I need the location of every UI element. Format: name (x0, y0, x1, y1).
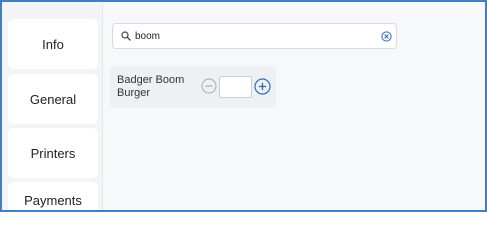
product-search (112, 23, 397, 49)
sidebar-item-label: Printers (30, 145, 76, 161)
sidebar-item-label: Payments Terminal (24, 193, 82, 210)
sidebar-item-label: Info (42, 36, 64, 52)
search-icon (119, 29, 133, 43)
sidebar-item-payments-terminal[interactable]: Payments Terminal (8, 182, 98, 210)
minus-circle-icon[interactable] (201, 78, 217, 94)
sidebar-item-info[interactable]: Info (8, 19, 98, 69)
sidebar-item-printers[interactable]: Printers (8, 128, 98, 178)
product-row: Badger Boom Burger (110, 66, 276, 108)
app-window: Info General Printers Payments Terminal (0, 0, 487, 212)
sidebar-item-label: General (29, 91, 77, 107)
quantity-stepper[interactable] (219, 76, 252, 98)
search-input[interactable] (135, 26, 375, 46)
settings-sidebar: Info General Printers Payments Terminal (2, 2, 103, 210)
sidebar-item-general[interactable]: General (8, 74, 98, 124)
clear-circle-icon[interactable] (380, 30, 392, 42)
product-name: Badger Boom Burger (117, 74, 185, 99)
plus-circle-icon[interactable] (254, 78, 271, 95)
